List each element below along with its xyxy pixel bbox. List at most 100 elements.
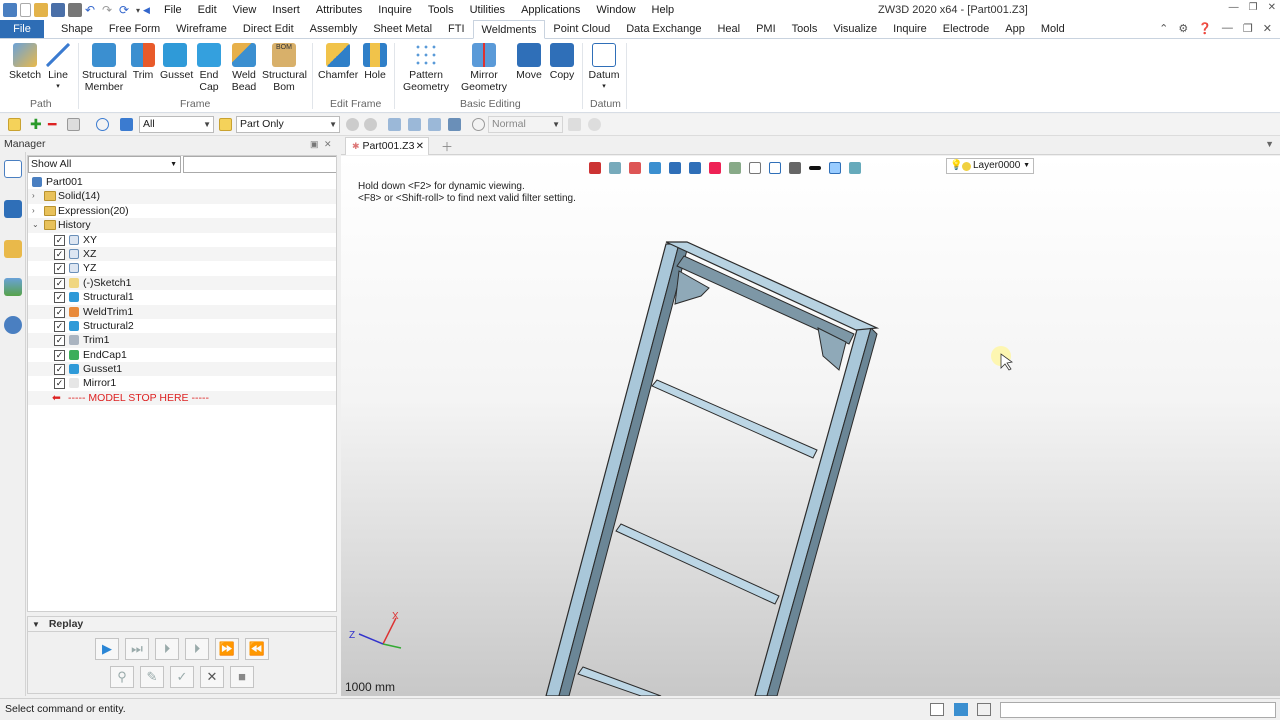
pattern-geometry-button[interactable]: Pattern Geometry [400, 43, 452, 93]
tab-data-exchange[interactable]: Data Exchange [618, 20, 709, 38]
menu-file[interactable]: File [156, 0, 190, 20]
menu-view[interactable]: View [225, 0, 265, 20]
regen-icon[interactable]: ⟳ [119, 3, 133, 17]
scope-combo[interactable]: Part Only ▼ [236, 116, 340, 133]
tab-assembly[interactable]: Assembly [302, 20, 366, 38]
visibility-checkbox[interactable]: ✓ [54, 364, 65, 376]
copy-button[interactable]: Copy [548, 43, 576, 81]
landscape-icon[interactable] [4, 278, 22, 296]
collapse-ribbon-icon[interactable]: ⌃ [1159, 22, 1168, 35]
remove-icon[interactable]: ━ [48, 117, 61, 131]
add-icon[interactable]: ✚ [30, 117, 43, 131]
hole-button[interactable]: Hole [362, 43, 388, 81]
user-icon[interactable] [4, 316, 22, 334]
visibility-checkbox[interactable]: ✓ [54, 234, 65, 246]
status-list-icon[interactable] [977, 703, 991, 716]
visibility-checkbox[interactable]: ✓ [54, 306, 65, 318]
scope-icon[interactable] [219, 118, 232, 131]
gusset-button[interactable]: Gusset [160, 43, 193, 81]
link-icon[interactable]: ⚲ [110, 666, 134, 688]
tree-item[interactable]: ✓ Structural2 [28, 318, 336, 334]
open-folder-icon[interactable] [34, 3, 48, 17]
filter-icon[interactable] [120, 118, 133, 131]
play-next-icon[interactable]: ⏵ [155, 638, 179, 660]
structural-bom-button[interactable]: BOM Structural Bom [262, 43, 307, 93]
model-ladder[interactable] [341, 156, 1280, 696]
command-input[interactable] [1000, 702, 1276, 718]
visibility-checkbox[interactable]: ✓ [54, 277, 65, 289]
object-library-icon[interactable] [4, 240, 22, 258]
history-tree-icon[interactable] [4, 160, 22, 178]
trim-button[interactable]: Trim [130, 43, 156, 81]
close-icon[interactable]: ✕ [1268, 2, 1276, 13]
expand-toggle-icon[interactable]: › [32, 189, 35, 203]
tab-file[interactable]: File [0, 20, 44, 38]
pick-arrow-icon[interactable] [8, 118, 21, 131]
doc-close-icon[interactable]: ✕ [1263, 22, 1272, 35]
align-left-icon[interactable] [388, 118, 401, 131]
tab-electrode[interactable]: Electrode [935, 20, 997, 38]
edit-pencil-icon[interactable]: ✎ [140, 666, 164, 688]
menu-attributes[interactable]: Attributes [308, 0, 370, 20]
tree-item[interactable]: Part001 [28, 175, 336, 190]
model-stop-marker[interactable]: ⬅ ----- MODEL STOP HERE ----- [28, 390, 336, 406]
tree-item[interactable]: ⌄ History [28, 218, 336, 233]
tree-item[interactable]: ✓ WeldTrim1 [28, 304, 336, 319]
tool-a-icon[interactable] [568, 118, 581, 131]
mirror-geometry-button[interactable]: Mirror Geometry [458, 43, 510, 93]
tree-item[interactable]: › Expression(20) [28, 203, 336, 219]
menu-insert[interactable]: Insert [264, 0, 308, 20]
pin-panel-icon[interactable]: ▣ [310, 137, 319, 152]
tab-sheet-metal[interactable]: Sheet Metal [365, 20, 440, 38]
replay-header[interactable]: ▼ Replay [27, 616, 337, 632]
visibility-checkbox[interactable]: ✓ [54, 248, 65, 260]
tab-heal[interactable]: Heal [709, 20, 748, 38]
datum-button[interactable]: Datum ▾ [586, 43, 622, 93]
restore-icon[interactable]: ❐ [1249, 2, 1258, 13]
tab-pmi[interactable]: PMI [748, 20, 784, 38]
print-icon[interactable] [68, 3, 82, 17]
align-right-icon[interactable] [428, 118, 441, 131]
visibility-checkbox[interactable]: ✓ [54, 263, 65, 275]
menu-window[interactable]: Window [588, 0, 643, 20]
pin-icon[interactable] [448, 118, 461, 131]
menu-utilities[interactable]: Utilities [462, 0, 513, 20]
document-tab[interactable]: ✱ Part001.Z3 ✕ [345, 137, 429, 155]
tab-list-icon[interactable]: ▼ [1265, 139, 1274, 149]
menu-tools[interactable]: Tools [420, 0, 462, 20]
tree-item[interactable]: ✓ Trim1 [28, 333, 336, 348]
new-tab-icon[interactable]: ＋ [441, 138, 453, 155]
save-icon[interactable] [51, 3, 65, 17]
snap-icon[interactable] [364, 118, 377, 131]
tree-item[interactable]: ✓ XZ [28, 246, 336, 262]
tab-tools[interactable]: Tools [784, 20, 826, 38]
visibility-checkbox[interactable]: ✓ [54, 349, 65, 361]
expand-toggle-icon[interactable]: › [32, 204, 35, 218]
minimize-icon[interactable]: — [1229, 2, 1239, 13]
visibility-checkbox[interactable]: ✓ [54, 320, 65, 332]
menu-help[interactable]: Help [644, 0, 683, 20]
menu-applications[interactable]: Applications [513, 0, 588, 20]
align-center-icon[interactable] [408, 118, 421, 131]
tab-visualize[interactable]: Visualize [825, 20, 885, 38]
tab-weldments[interactable]: Weldments [472, 20, 546, 39]
tree-item[interactable]: › Solid(14) [28, 189, 336, 204]
status-display-icon[interactable] [954, 703, 968, 716]
doc-minimize-icon[interactable]: — [1222, 22, 1233, 35]
tab-fti[interactable]: FTI [440, 20, 473, 38]
tool-b-icon[interactable] [588, 118, 601, 131]
tab-app[interactable]: App [997, 20, 1033, 38]
tree-search-input[interactable] [183, 156, 336, 173]
snap-off-icon[interactable] [346, 118, 359, 131]
graphics-viewport[interactable]: Hold down <F2> for dynamic viewing. <F8>… [341, 156, 1280, 696]
edit-feature-icon[interactable]: ✓ [170, 666, 194, 688]
line-dropdown-icon[interactable]: ▾ [44, 81, 72, 93]
tab-inquire[interactable]: Inquire [885, 20, 935, 38]
end-cap-button[interactable]: End Cap [196, 43, 222, 93]
tree-item[interactable]: ✓ XY [28, 232, 336, 247]
assembly-tree-icon[interactable] [4, 200, 22, 218]
delete-icon[interactable]: ✕ [200, 666, 224, 688]
tab-free-form[interactable]: Free Form [101, 20, 168, 38]
visibility-checkbox[interactable]: ✓ [54, 335, 65, 347]
menu-inquire[interactable]: Inquire [370, 0, 420, 20]
